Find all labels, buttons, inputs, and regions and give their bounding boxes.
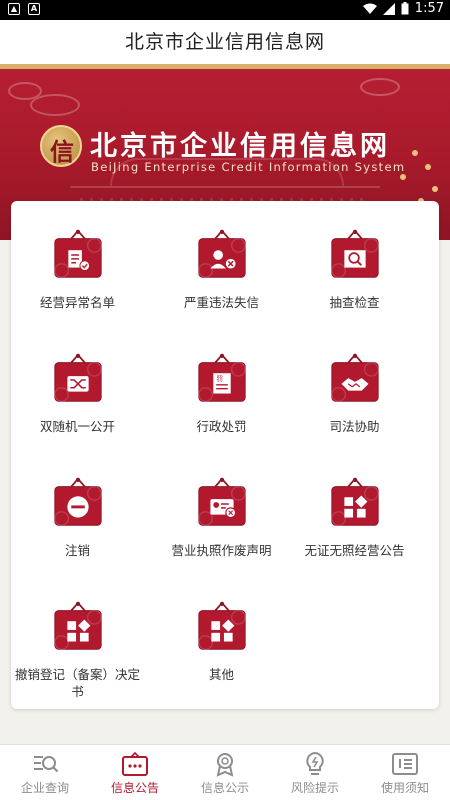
abnormal-list-icon [50,228,106,284]
grid-item-label: 注销 [64,543,90,558]
grid-item-inspection[interactable]: 抽查检查 [288,228,421,311]
app-notification-icon: A [28,3,40,15]
wifi-icon [362,3,377,14]
logo-seal-text: 信 [50,137,74,166]
blossom-decoration [412,150,418,156]
tab-label: 信息公告 [110,781,159,795]
grid-item-label: 营业执照作废声明 [171,543,272,558]
serious-violation-icon [194,228,250,284]
grid-item-label: 其他 [208,667,234,682]
grid-item-label: 无证无照经营公告 [304,543,405,558]
notice-category-card: 经营异常名单 严重违法失信 抽查检查 双随机一公开罚行政处罚 司法协助 注销 营业执照作废声… [11,201,439,709]
other-icon [194,600,250,656]
admin-penalty-icon: 罚 [194,352,250,408]
document-icon [360,751,450,777]
award-icon [180,751,270,777]
grid-item-cancel[interactable]: 注销 [11,476,144,559]
grid-item-random-public[interactable]: 双随机一公开 [11,352,144,435]
status-bar: ▲ A 1:57 [0,0,450,20]
grid-item-other[interactable]: 其他 [155,600,288,683]
tab-search-list[interactable]: 企业查询 [0,745,90,800]
tab-award[interactable]: 信息公示 [180,745,270,800]
blossom-decoration [432,186,438,192]
search-list-icon [0,751,90,777]
notice-board-icon [90,751,180,777]
grid-item-abnormal-list[interactable]: 经营异常名单 [11,228,144,311]
grid-item-license-void[interactable]: 营业执照作废声明 [155,476,288,559]
blossom-decoration [425,164,431,170]
cloud-decoration [30,94,80,116]
tab-label: 风险提示 [290,781,339,795]
random-public-icon [50,352,106,408]
grid-item-judicial-assist[interactable]: 司法协助 [288,352,421,435]
grid-item-label: 抽查检查 [329,295,380,310]
banner-title: 北京市企业信用信息网 [90,131,390,162]
grid-item-label: 撤销登记（备案）决定书 [14,667,140,699]
clock: 1:57 [414,1,444,16]
blossom-decoration [400,174,406,180]
page-title: 北京市企业信用信息网 [124,31,325,53]
grid-item-label: 经营异常名单 [39,295,115,310]
inspection-icon [327,228,383,284]
signal-icon [382,2,395,15]
tab-label: 使用须知 [380,781,429,795]
banner-subtitle: BeiJing Enterprise Credit Information Sy… [91,160,406,174]
judicial-assist-icon [327,352,383,408]
tab-label: 信息公示 [200,781,249,795]
bottom-tab-bar: 企业查询 信息公告 信息公示 风险提示 使用须知 [0,744,450,800]
cloud-decoration [360,78,400,96]
app-header: 北京市企业信用信息网 [0,20,450,64]
grid-item-revoke-registration[interactable]: 撤销登记（备案）决定书 [11,600,144,700]
grid-item-label: 行政处罚 [196,419,247,434]
grid-item-admin-penalty[interactable]: 罚行政处罚 [155,352,288,435]
tab-notice-board[interactable]: 信息公告 [90,745,180,800]
revoke-registration-icon [50,600,106,656]
grid-item-label: 严重违法失信 [183,295,259,310]
tab-lightbulb-warning[interactable]: 风险提示 [270,745,360,800]
license-void-icon [194,476,250,532]
image-notification-icon: ▲ [8,3,20,15]
svg-text:罚: 罚 [216,375,223,383]
unlicensed-notice-icon [327,476,383,532]
cancel-icon [50,476,106,532]
tab-label: 企业查询 [20,781,69,795]
lightbulb-warning-icon [270,751,360,777]
grid-item-unlicensed-notice[interactable]: 无证无照经营公告 [288,476,421,559]
battery-icon [401,2,409,15]
grid-item-label: 司法协助 [329,419,380,434]
grid-item-serious-violation[interactable]: 严重违法失信 [155,228,288,311]
grid-item-label: 双随机一公开 [39,419,115,434]
tab-document[interactable]: 使用须知 [360,745,450,800]
